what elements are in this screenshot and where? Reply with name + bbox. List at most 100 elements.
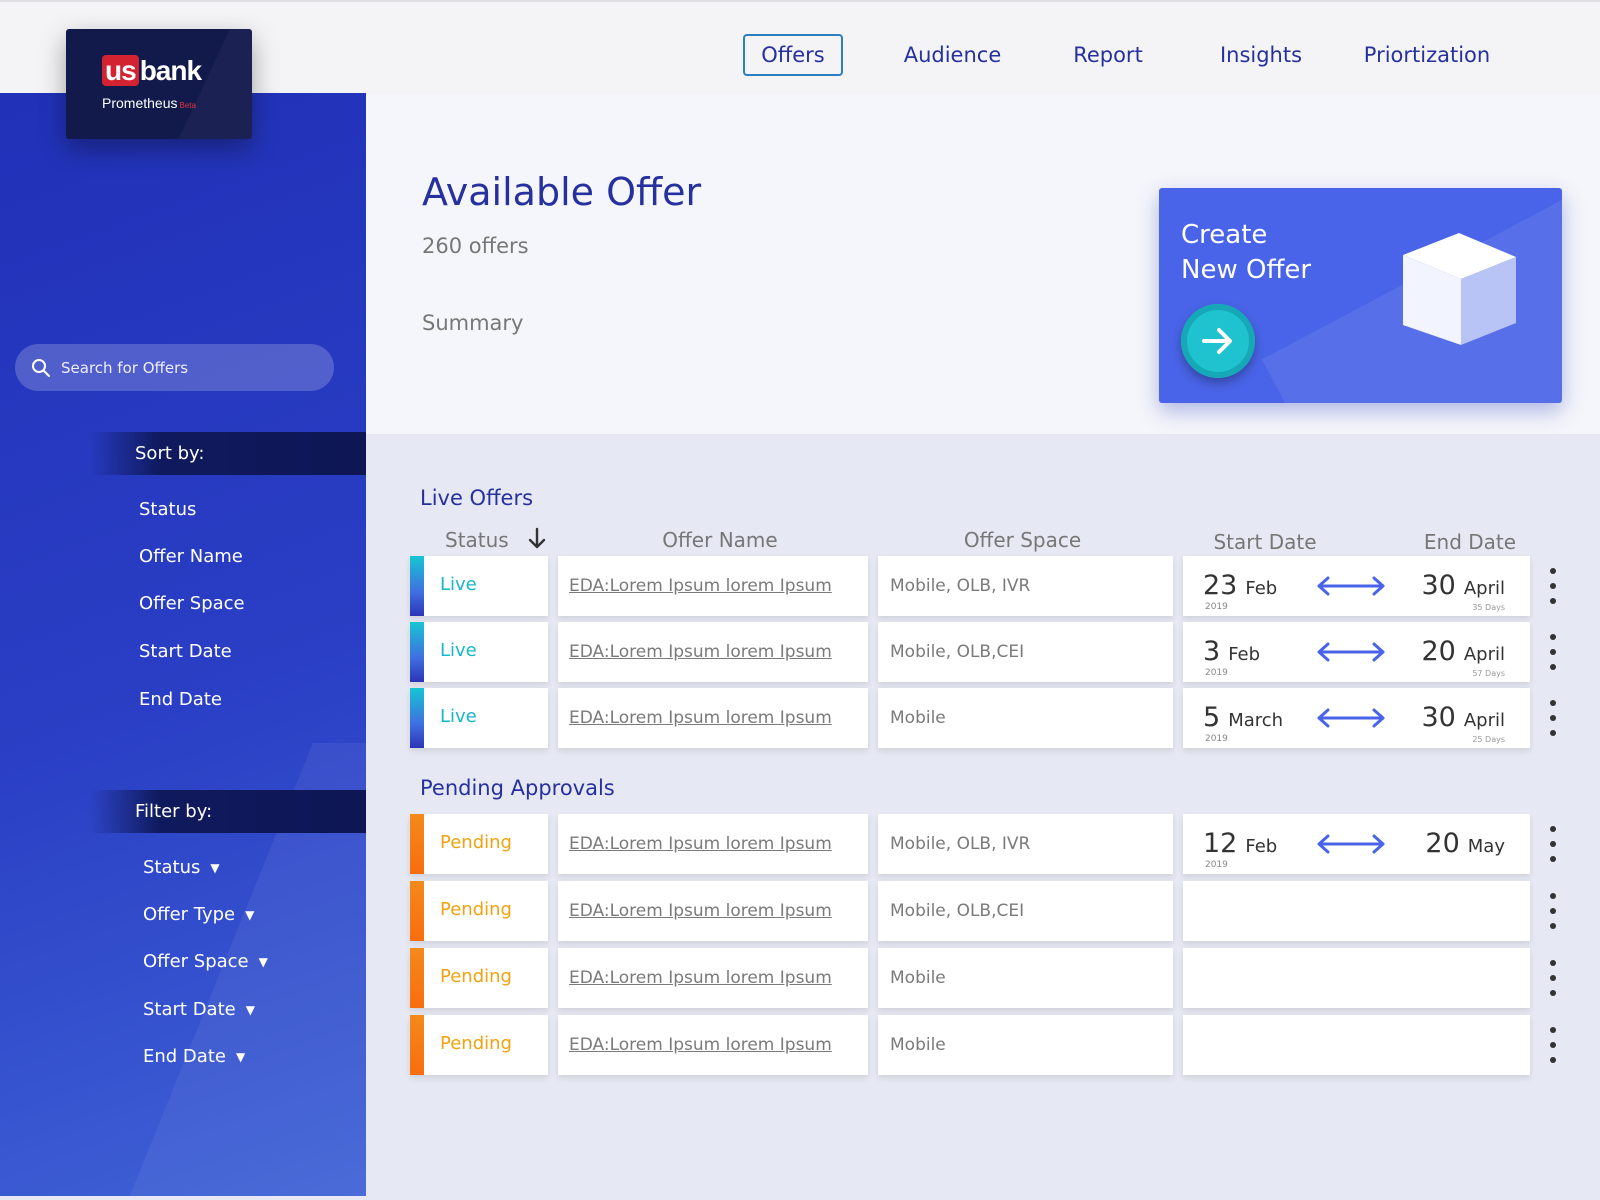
- sort-option-start-date[interactable]: Start Date: [139, 641, 232, 662]
- create-offer-label: Create New Offer: [1181, 220, 1312, 285]
- date-range-cell: 23 Feb 2019 30 April 35 Days: [1183, 556, 1530, 616]
- offer-name-link[interactable]: EDA:Lorem Ipsum lorem Ipsum: [569, 576, 832, 596]
- end-date: 30 April: [1421, 570, 1505, 601]
- logo-wordmark: us bank: [102, 55, 202, 87]
- table-row[interactable]: Live EDA:Lorem Ipsum lorem Ipsum Mobile …: [410, 688, 1556, 748]
- sort-option-end-date[interactable]: End Date: [139, 689, 222, 710]
- offer-name-cell: EDA:Lorem Ipsum lorem Ipsum: [558, 814, 868, 874]
- table-row[interactable]: Pending EDA:Lorem Ipsum lorem Ipsum Mobi…: [410, 881, 1556, 941]
- start-date: 3 Feb: [1203, 636, 1261, 667]
- offer-space-cell: Mobile, OLB,CEI: [878, 881, 1173, 941]
- more-options-icon[interactable]: [1543, 568, 1563, 604]
- date-range-cell: 3 Feb 2019 20 April 57 Days: [1183, 622, 1530, 682]
- sort-option-offer-space[interactable]: Offer Space: [139, 593, 245, 614]
- filter-end-date-dropdown[interactable]: End Date ▼: [143, 1046, 245, 1067]
- offer-name-cell: EDA:Lorem Ipsum lorem Ipsum: [558, 556, 868, 616]
- nav-tab-insights[interactable]: Insights: [1216, 34, 1306, 76]
- status-bar: [410, 688, 424, 748]
- status-badge: Pending: [440, 832, 512, 853]
- offer-name-link[interactable]: EDA:Lorem Ipsum lorem Ipsum: [569, 708, 832, 728]
- status-cell: Pending: [410, 814, 548, 874]
- date-range-cell: [1183, 948, 1530, 1008]
- nav-tab-priortization[interactable]: Priortization: [1362, 34, 1492, 76]
- more-options-icon[interactable]: [1543, 893, 1563, 929]
- end-date: 20 May: [1425, 828, 1505, 859]
- summary-link[interactable]: Summary: [422, 311, 523, 335]
- status-cell: Live: [410, 556, 548, 616]
- filter-by-header: Filter by:: [90, 790, 366, 833]
- start-date: 5 March: [1203, 702, 1284, 733]
- live-offers-title: Live Offers: [420, 486, 534, 510]
- double-arrow-icon: [1317, 834, 1385, 854]
- offer-name-cell: EDA:Lorem Ipsum lorem Ipsum: [558, 622, 868, 682]
- start-date: 23 Feb: [1203, 570, 1278, 601]
- table-row[interactable]: Pending EDA:Lorem Ipsum lorem Ipsum Mobi…: [410, 1015, 1556, 1075]
- table-row[interactable]: Pending EDA:Lorem Ipsum lorem Ipsum Mobi…: [410, 814, 1556, 874]
- caret-down-icon: ▼: [210, 860, 220, 875]
- status-badge: Live: [440, 640, 477, 661]
- more-options-icon[interactable]: [1543, 634, 1563, 670]
- search-input[interactable]: [61, 358, 334, 377]
- create-new-offer-card[interactable]: Create New Offer: [1159, 188, 1562, 403]
- more-options-icon[interactable]: [1543, 826, 1563, 862]
- filter-offer-type-dropdown[interactable]: Offer Type ▼: [143, 904, 254, 925]
- sort-arrow-down-icon[interactable]: [528, 527, 546, 551]
- more-options-icon[interactable]: [1543, 960, 1563, 996]
- offer-space-cell: Mobile: [878, 688, 1173, 748]
- offer-name-link[interactable]: EDA:Lorem Ipsum lorem Ipsum: [569, 968, 832, 988]
- sort-option-status[interactable]: Status: [139, 499, 196, 520]
- search-box[interactable]: [15, 344, 334, 391]
- filter-label: Offer Space: [143, 951, 249, 972]
- offer-name-cell: EDA:Lorem Ipsum lorem Ipsum: [558, 1015, 868, 1075]
- offer-name-cell: EDA:Lorem Ipsum lorem Ipsum: [558, 688, 868, 748]
- more-options-icon[interactable]: [1543, 700, 1563, 736]
- start-year: 2019: [1205, 602, 1228, 612]
- status-badge: Live: [440, 574, 477, 595]
- offer-name-link[interactable]: EDA:Lorem Ipsum lorem Ipsum: [569, 642, 832, 662]
- offer-name-link[interactable]: EDA:Lorem Ipsum lorem Ipsum: [569, 901, 832, 921]
- beta-badge: Beta: [179, 101, 196, 110]
- offer-space-text: Mobile: [890, 708, 946, 728]
- filter-label: Offer Type: [143, 904, 236, 925]
- filter-start-date-dropdown[interactable]: Start Date ▼: [143, 999, 255, 1020]
- column-header-offer-space[interactable]: Offer Space: [940, 528, 1105, 552]
- nav-tab-audience[interactable]: Audience: [895, 34, 1010, 76]
- status-cell: Pending: [410, 881, 548, 941]
- offer-space-text: Mobile: [890, 1035, 946, 1055]
- column-header-end-date[interactable]: End Date: [1405, 530, 1535, 554]
- caret-down-icon: ▼: [258, 954, 268, 969]
- filter-status-dropdown[interactable]: Status ▼: [143, 857, 220, 878]
- offer-space-cell: Mobile: [878, 948, 1173, 1008]
- filter-label: Start Date: [143, 999, 236, 1020]
- offer-space-text: Mobile, OLB,CEI: [890, 642, 1025, 662]
- status-badge: Pending: [440, 899, 512, 920]
- duration-label: 25 Days: [1472, 735, 1505, 744]
- nav-tab-report[interactable]: Report: [1068, 34, 1148, 76]
- offer-space-cell: Mobile, OLB, IVR: [878, 556, 1173, 616]
- table-row[interactable]: Pending EDA:Lorem Ipsum lorem Ipsum Mobi…: [410, 948, 1556, 1008]
- start-date: 12 Feb: [1203, 828, 1278, 859]
- sort-by-header: Sort by:: [90, 432, 366, 475]
- sort-option-offer-name[interactable]: Offer Name: [139, 546, 243, 567]
- status-badge: Live: [440, 706, 477, 727]
- offer-name-link[interactable]: EDA:Lorem Ipsum lorem Ipsum: [569, 834, 832, 854]
- date-range-cell: [1183, 1015, 1530, 1075]
- table-row[interactable]: Live EDA:Lorem Ipsum lorem Ipsum Mobile,…: [410, 622, 1556, 682]
- table-row[interactable]: Live EDA:Lorem Ipsum lorem Ipsum Mobile,…: [410, 556, 1556, 616]
- brand-logo[interactable]: us bank Prometheus Beta: [66, 29, 252, 139]
- offer-count: 260 offers: [422, 234, 529, 258]
- create-offer-button[interactable]: [1181, 304, 1255, 378]
- offer-name-link[interactable]: EDA:Lorem Ipsum lorem Ipsum: [569, 1035, 832, 1055]
- cube-icon: [1403, 233, 1516, 345]
- start-year: 2019: [1205, 734, 1228, 744]
- double-arrow-icon: [1317, 576, 1385, 596]
- nav-tab-offers[interactable]: Offers: [743, 34, 843, 76]
- double-arrow-icon: [1317, 642, 1385, 662]
- column-header-status[interactable]: Status: [445, 528, 509, 552]
- column-header-start-date[interactable]: Start Date: [1195, 530, 1335, 554]
- more-options-icon[interactable]: [1543, 1027, 1563, 1063]
- filter-offer-space-dropdown[interactable]: Offer Space ▼: [143, 951, 268, 972]
- column-header-offer-name[interactable]: Offer Name: [640, 528, 800, 552]
- page-title: Available Offer: [422, 170, 702, 214]
- filter-label: Status: [143, 857, 201, 878]
